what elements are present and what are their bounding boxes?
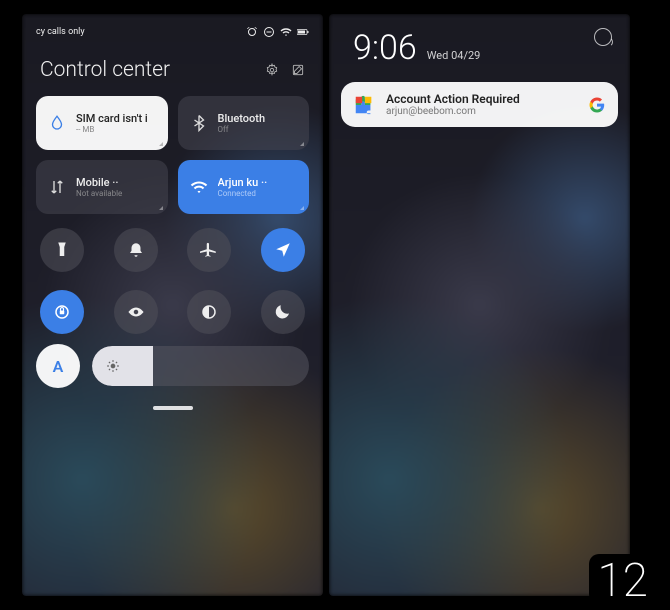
- brightness-icon: [106, 359, 120, 373]
- clock-time: 9:06: [353, 28, 417, 68]
- drag-handle[interactable]: [153, 406, 193, 410]
- notification-title: Account Action Required: [386, 92, 577, 106]
- mobile-data-tile[interactable]: Mobile ··Not available: [36, 160, 168, 214]
- airplane-toggle[interactable]: [187, 228, 231, 272]
- droplet-icon: [48, 114, 66, 132]
- carrier-text: cy calls only: [36, 27, 85, 37]
- wifi-icon: [280, 26, 292, 38]
- puzzle-icon: [353, 94, 375, 116]
- auto-brightness-toggle[interactable]: A: [36, 344, 80, 388]
- tile-label: SIM card isn't i: [76, 112, 148, 125]
- bluetooth-icon: [190, 114, 208, 132]
- bluetooth-tile[interactable]: BluetoothOff: [178, 96, 310, 150]
- clock-date: Wed 04/29: [427, 49, 481, 62]
- tile-sublabel: -- MB: [76, 125, 148, 134]
- tile-sublabel: Not available: [76, 189, 122, 198]
- edit-icon[interactable]: [291, 63, 305, 77]
- tile-sublabel: Connected: [218, 189, 268, 198]
- page-title: Control center: [40, 58, 265, 82]
- battery-icon: [297, 26, 309, 38]
- dnd-toggle[interactable]: [261, 290, 305, 334]
- sim-data-tile[interactable]: SIM card isn't i-- MB: [36, 96, 168, 150]
- tile-label: Arjun ku ··: [218, 176, 268, 189]
- status-bar-right: [246, 26, 309, 38]
- alarm-icon: [246, 26, 258, 38]
- notification-card[interactable]: Account Action Required arjun@beebom.com: [341, 82, 618, 127]
- tile-label: Mobile ··: [76, 176, 122, 189]
- control-center-header: Control center: [22, 44, 323, 96]
- control-center-screen: cy calls only Control center SIM card is…: [22, 14, 323, 596]
- visibility-toggle[interactable]: [114, 290, 158, 334]
- status-bar: cy calls only: [22, 14, 323, 44]
- location-toggle[interactable]: [261, 228, 305, 272]
- notification-screen: 9:06 Wed 04/29 Account Action Required a…: [329, 14, 630, 596]
- flashlight-toggle[interactable]: [40, 228, 84, 272]
- notification-subtitle: arjun@beebom.com: [386, 106, 577, 117]
- tile-sublabel: Off: [218, 125, 266, 134]
- settings-icon[interactable]: [265, 63, 279, 77]
- dnd-icon: [263, 26, 275, 38]
- dark-mode-toggle[interactable]: [187, 290, 231, 334]
- brightness-slider[interactable]: [92, 346, 309, 386]
- mobile-data-icon: [48, 178, 66, 196]
- sound-toggle[interactable]: [114, 228, 158, 272]
- tile-label: Bluetooth: [218, 112, 266, 125]
- google-icon: [588, 96, 606, 114]
- wifi-tile[interactable]: Arjun ku ··Connected: [178, 160, 310, 214]
- profile-icon[interactable]: [594, 28, 612, 46]
- wifi-icon: [190, 178, 208, 196]
- rotation-lock-toggle[interactable]: [40, 290, 84, 334]
- version-badge: 12: [589, 554, 656, 604]
